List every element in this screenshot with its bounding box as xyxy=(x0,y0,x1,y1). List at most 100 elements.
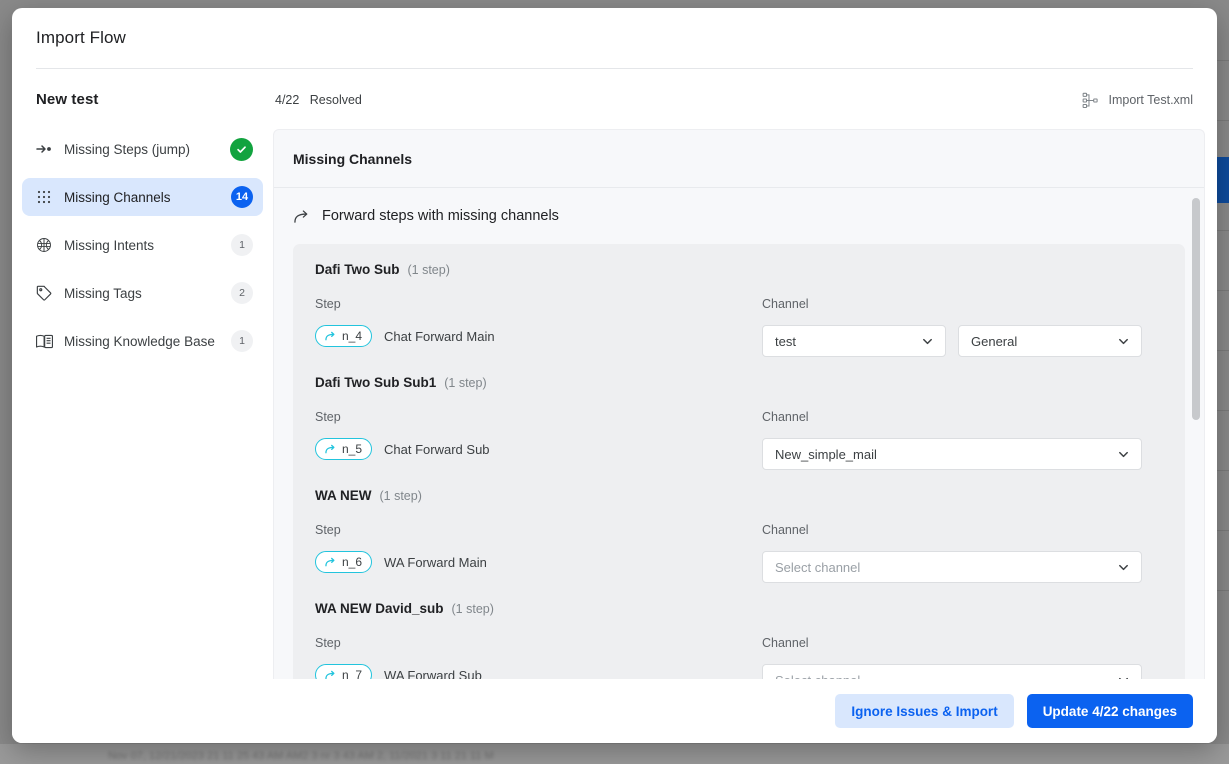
flow-group-name: WA NEW David_sub xyxy=(315,601,444,616)
count-badge: 1 xyxy=(231,330,253,352)
book-icon xyxy=(34,331,54,351)
forward-arrow-icon xyxy=(325,670,336,679)
channel-select-primary[interactable]: Select channel xyxy=(762,664,1142,679)
sidebar-item-missing-steps-jump[interactable]: Missing Steps (jump) xyxy=(22,130,263,168)
channel-select-value: General xyxy=(971,333,1018,349)
step-name: Chat Forward Main xyxy=(384,328,495,344)
chevron-down-icon xyxy=(921,335,934,348)
step-node-id: n_4 xyxy=(342,329,363,343)
flow-group-header: Dafi Two Sub (1 step) xyxy=(315,262,1163,277)
panel-header-title: Missing Channels xyxy=(274,130,1204,188)
forward-arrow-icon xyxy=(325,331,336,341)
channel-column-label: Channel xyxy=(762,297,809,311)
step-node-badge[interactable]: n_5 xyxy=(315,438,373,460)
step-name: Chat Forward Sub xyxy=(384,441,490,457)
backdrop-blue-tab xyxy=(1215,157,1229,203)
section-title: Forward steps with missing channels xyxy=(293,188,1185,244)
sidebar-item-label: Missing Knowledge Base xyxy=(64,333,215,349)
step-entry: n_4 Chat Forward Main xyxy=(315,325,762,347)
import-flow-modal: Import Flow New test Missing Steps (jump… xyxy=(12,8,1217,743)
panel-scrollbar-thumb[interactable] xyxy=(1192,198,1200,420)
step-column: Step n_7 WA Forward Sub xyxy=(315,636,762,679)
chevron-down-icon xyxy=(1117,335,1130,348)
groups-card: Dafi Two Sub (1 step) Step n_4 Chat Forw… xyxy=(293,244,1185,679)
import-file-name: Import Test.xml xyxy=(1108,93,1193,107)
count-badge: 14 xyxy=(231,186,253,208)
flow-group-row: Step n_6 WA Forward Main Channel Select … xyxy=(315,523,1163,583)
step-column: Step n_6 WA Forward Main xyxy=(315,523,762,583)
step-node-badge[interactable]: n_6 xyxy=(315,551,373,573)
flow-group-header: WA NEW David_sub (1 step) xyxy=(315,601,1163,616)
sidebar-item-missing-knowledge-base[interactable]: Missing Knowledge Base 1 xyxy=(22,322,263,360)
step-column: Step n_4 Chat Forward Main xyxy=(315,297,762,357)
backdrop-blurred-text: Nov 07, 12/21/2023 21 11 25 43 AM AM2 3 … xyxy=(108,750,494,762)
channel-select-value: Select channel xyxy=(775,673,1109,680)
flow-group-step-count: (1 step) xyxy=(444,376,487,390)
flow-group-step-count: (1 step) xyxy=(451,602,494,616)
sidebar-item-label: Missing Intents xyxy=(64,237,155,253)
channel-selects: test General xyxy=(762,325,1163,357)
sidebar-item-missing-channels[interactable]: Missing Channels 14 xyxy=(22,178,263,216)
channel-select-value: Select channel xyxy=(775,559,861,575)
step-node-id: n_6 xyxy=(342,555,363,569)
modal-body: New test Missing Steps (jump) Missing Ch… xyxy=(12,69,1217,679)
modal-title: Import Flow xyxy=(36,28,126,47)
channel-select-primary[interactable]: Select channel xyxy=(762,551,1142,583)
sidebar-item-missing-intents[interactable]: Missing Intents 1 xyxy=(22,226,263,264)
sidebar-item-label: Missing Channels xyxy=(64,189,171,205)
main-content: 4/22 Resolved Import Test.xml Missing Ch… xyxy=(273,69,1217,679)
step-entry: n_7 WA Forward Sub xyxy=(315,664,762,679)
step-node-id: n_7 xyxy=(342,668,363,679)
status-badge-resolved xyxy=(230,137,253,161)
ignore-issues-import-button[interactable]: Ignore Issues & Import xyxy=(835,694,1014,728)
section-title-label: Forward steps with missing channels xyxy=(322,208,559,224)
step-entry: n_5 Chat Forward Sub xyxy=(315,438,762,460)
backdrop-right-rail xyxy=(1215,0,1229,764)
flow-group-name: Dafi Two Sub xyxy=(315,262,400,277)
channel-column-label: Channel xyxy=(762,523,809,537)
arrow-dot-icon xyxy=(34,139,54,159)
count-badge: 1 xyxy=(231,234,253,256)
forward-arrow-icon xyxy=(293,209,310,224)
sitemap-icon xyxy=(1082,92,1099,109)
count-badge: 2 xyxy=(231,282,253,304)
step-column-label: Step xyxy=(315,410,341,424)
resolved-label: Resolved xyxy=(309,93,362,107)
chevron-down-icon xyxy=(1117,448,1130,461)
flow-group: Dafi Two Sub (1 step) Step n_4 Chat Forw… xyxy=(315,262,1163,357)
channel-select-secondary[interactable]: General xyxy=(958,325,1142,357)
flow-group-step-count: (1 step) xyxy=(379,489,422,503)
channel-select-primary[interactable]: New_simple_mail xyxy=(762,438,1142,470)
flow-group-header: Dafi Two Sub Sub1 (1 step) xyxy=(315,375,1163,390)
channel-column: Channel test General xyxy=(762,297,1163,357)
flow-group-name: Dafi Two Sub Sub1 xyxy=(315,375,437,390)
flow-group: WA NEW David_sub (1 step) Step n_7 WA Fo… xyxy=(315,601,1163,679)
channel-select-primary[interactable]: test xyxy=(762,325,946,357)
chevron-down-icon xyxy=(1117,561,1130,574)
channel-column: Channel New_simple_mail xyxy=(762,410,1163,470)
resolved-status: 4/22 Resolved xyxy=(273,93,362,107)
step-node-badge[interactable]: n_4 xyxy=(315,325,373,347)
flow-group-step-count: (1 step) xyxy=(407,263,450,277)
panel-scrollbar[interactable] xyxy=(1192,198,1200,669)
sidebar-item-missing-tags[interactable]: Missing Tags 2 xyxy=(22,274,263,312)
panel-scroll-area[interactable]: Forward steps with missing channels Dafi… xyxy=(274,188,1204,679)
flow-group-row: Step n_7 WA Forward Sub Channel xyxy=(315,636,1163,679)
modal-footer: Ignore Issues & Import Update 4/22 chang… xyxy=(12,679,1217,743)
step-name: WA Forward Sub xyxy=(384,667,482,680)
resolved-count: 4/22 xyxy=(275,93,300,107)
flow-group-row: Step n_5 Chat Forward Sub Channel New_si… xyxy=(315,410,1163,470)
update-changes-button[interactable]: Update 4/22 changes xyxy=(1026,694,1193,728)
grid-dots-icon xyxy=(34,187,54,207)
step-node-badge[interactable]: n_7 xyxy=(315,664,373,679)
forward-arrow-icon xyxy=(325,557,336,567)
sidebar-item-label: Missing Steps (jump) xyxy=(64,141,191,157)
import-file-chip[interactable]: Import Test.xml xyxy=(1082,92,1193,109)
channel-selects: Select channel xyxy=(762,551,1163,583)
flow-group-row: Step n_4 Chat Forward Main Channel test … xyxy=(315,297,1163,357)
step-column-label: Step xyxy=(315,297,341,311)
channel-column: Channel Select channel xyxy=(762,523,1163,583)
flow-group: Dafi Two Sub Sub1 (1 step) Step n_5 Chat… xyxy=(315,375,1163,470)
channel-selects: New_simple_mail xyxy=(762,438,1163,470)
channel-select-value: test xyxy=(775,333,796,349)
